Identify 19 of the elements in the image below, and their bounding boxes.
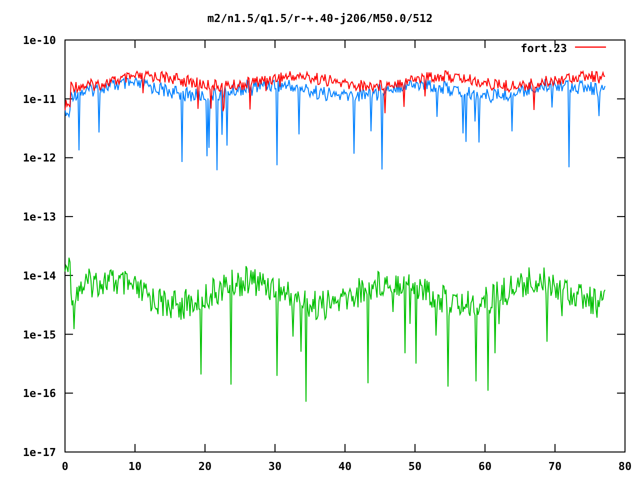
chart-title: m2/n1.5/q1.5/r-+.40-j206/M50.0/512 bbox=[207, 12, 433, 25]
x-tick-label: 20 bbox=[198, 460, 212, 473]
x-tick-label: 80 bbox=[618, 460, 632, 473]
legend-label: fort.23 bbox=[520, 42, 567, 55]
x-tick-label: 0 bbox=[62, 460, 68, 473]
x-tick-label: 50 bbox=[408, 460, 422, 473]
y-tick-label: 1e-10 bbox=[22, 34, 56, 47]
y-tick-label: 1e-12 bbox=[22, 152, 56, 165]
y-tick-label: 1e-13 bbox=[22, 210, 56, 224]
y-tick-label: 1e-15 bbox=[22, 328, 56, 342]
x-tick-label: 40 bbox=[338, 460, 352, 473]
x-tick-label: 60 bbox=[478, 460, 492, 473]
x-tick-label: 70 bbox=[548, 460, 562, 473]
x-tick-label: 30 bbox=[268, 460, 282, 473]
y-tick-label: 1e-16 bbox=[22, 387, 56, 400]
y-tick-label: 1e-17 bbox=[22, 446, 56, 459]
y-tick-label: 1e-14 bbox=[22, 269, 56, 282]
x-tick-label: 10 bbox=[128, 460, 142, 473]
y-tick-label: 1e-11 bbox=[22, 92, 56, 106]
